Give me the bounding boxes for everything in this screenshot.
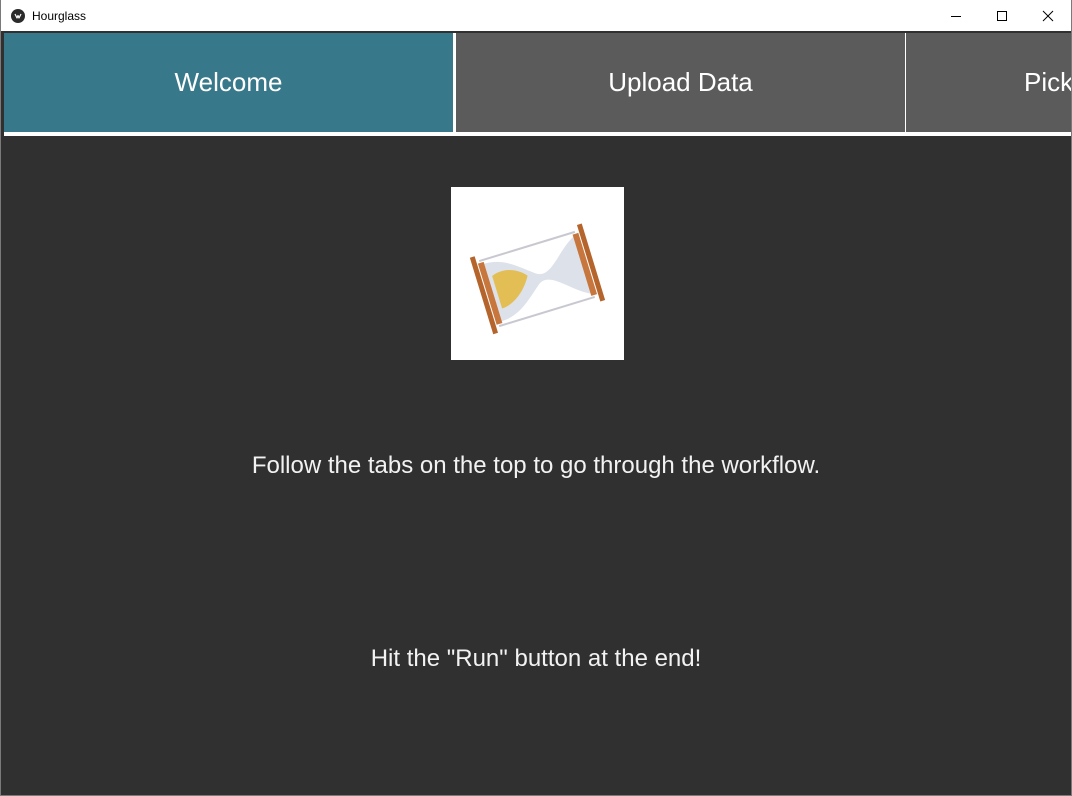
window-controls [933,0,1071,31]
window-title: Hourglass [32,8,87,23]
title-bar[interactable]: Hourglass [1,0,1071,31]
tab-label: Upload Data [608,67,753,97]
app-window: Hourglass Welcome Upload Data Pick Follo… [0,0,1072,796]
tab-bar: Welcome Upload Data Pick [4,33,1071,132]
close-button[interactable] [1025,0,1071,31]
hourglass-icon [451,187,624,360]
tab-label: Pick [1024,67,1071,97]
close-icon [1042,10,1054,21]
hint-text: Hit the "Run" button at the end! [370,645,702,672]
minimize-button[interactable] [933,0,979,31]
app-logo-icon [11,8,25,23]
maximize-button[interactable] [979,0,1025,31]
tab-pick[interactable]: Pick [906,33,1071,132]
maximize-icon [997,10,1007,21]
tab-upload-data[interactable]: Upload Data [456,33,905,132]
tab-welcome[interactable]: Welcome [4,33,453,132]
tab-label: Welcome [174,67,283,97]
minimize-icon [951,15,961,17]
instruction-text: Follow the tabs on the top to go through… [251,452,821,479]
welcome-panel: Follow the tabs on the top to go through… [1,136,1071,795]
